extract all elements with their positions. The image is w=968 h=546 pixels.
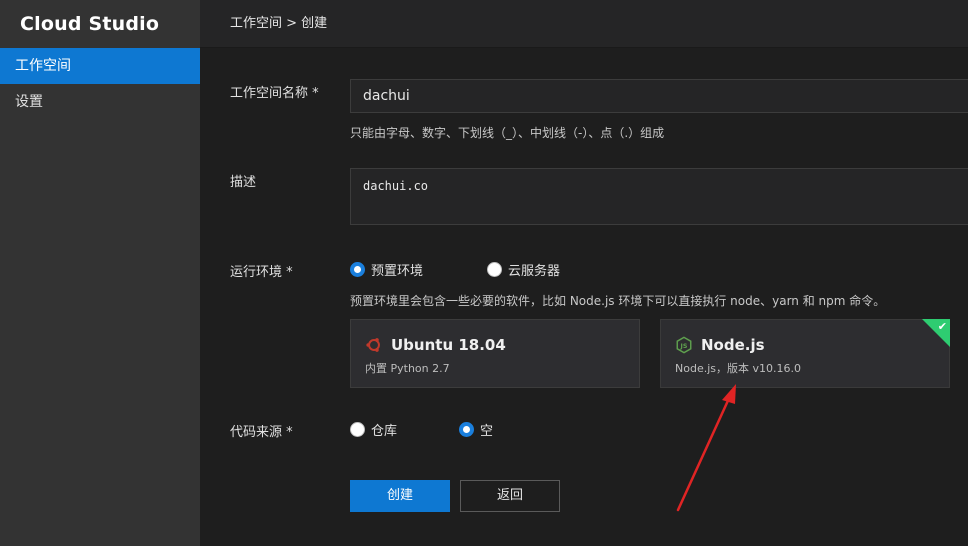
breadcrumb: 工作空间 > 创建 [230,16,328,31]
radio-repository[interactable]: 仓库 [350,420,397,439]
ubuntu-icon [366,338,380,352]
brand-logo: Cloud Studio [20,13,160,35]
env-card-nodejs[interactable]: JS Node.js Node.js，版本 v10.16.0 ✔ [660,319,950,388]
radio-repository-label: 仓库 [371,424,398,439]
sidebar-item-workspaces[interactable]: 工作空间 [0,48,200,84]
radio-preset-env-label: 预置环境 [371,264,424,279]
radio-checked-icon [350,262,365,277]
back-button[interactable]: 返回 [460,480,560,512]
env-card-nodejs-title: Node.js [701,336,765,354]
radio-empty[interactable]: 空 [459,420,493,439]
env-card-ubuntu-title: Ubuntu 18.04 [391,336,506,354]
svg-text:JS: JS [680,343,688,350]
create-workspace-form: 工作空间名称 * dachui 只能由字母、数字、下划线（_）、中划线（-）、点… [200,48,968,546]
workspace-name-input[interactable]: dachui [350,79,968,113]
runtime-label: 运行环境 * [230,265,293,280]
workspace-name-hint: 只能由字母、数字、下划线（_）、中划线（-）、点（.）组成 [350,126,665,140]
env-card-ubuntu-subtitle: 内置 Python 2.7 [365,362,450,375]
radio-preset-env[interactable]: 预置环境 [350,260,423,279]
sidebar-item-settings[interactable]: 设置 [0,84,200,120]
description-textarea[interactable]: dachui.co [350,168,968,225]
source-label: 代码来源 * [230,425,293,440]
runtime-hint: 预置环境里会包含一些必要的软件，比如 Node.js 环境下可以直接执行 nod… [350,294,886,308]
nodejs-icon: JS [676,336,692,354]
create-button[interactable]: 创建 [350,480,450,512]
env-card-nodejs-subtitle: Node.js，版本 v10.16.0 [675,362,801,375]
radio-unchecked-icon [350,422,365,437]
radio-checked-icon [459,422,474,437]
check-icon: ✔ [937,320,947,333]
radio-unchecked-icon [487,262,502,277]
workspace-name-label: 工作空间名称 * [230,86,319,101]
top-bar: 工作空间 > 创建 [200,0,968,48]
radio-cloud-server-label: 云服务器 [508,264,561,279]
sidebar: Cloud Studio 工作空间 设置 [0,0,200,546]
radio-empty-label: 空 [480,424,494,439]
radio-cloud-server[interactable]: 云服务器 [487,260,560,279]
env-card-ubuntu[interactable]: Ubuntu 18.04 内置 Python 2.7 [350,319,640,388]
description-label: 描述 [230,175,257,190]
